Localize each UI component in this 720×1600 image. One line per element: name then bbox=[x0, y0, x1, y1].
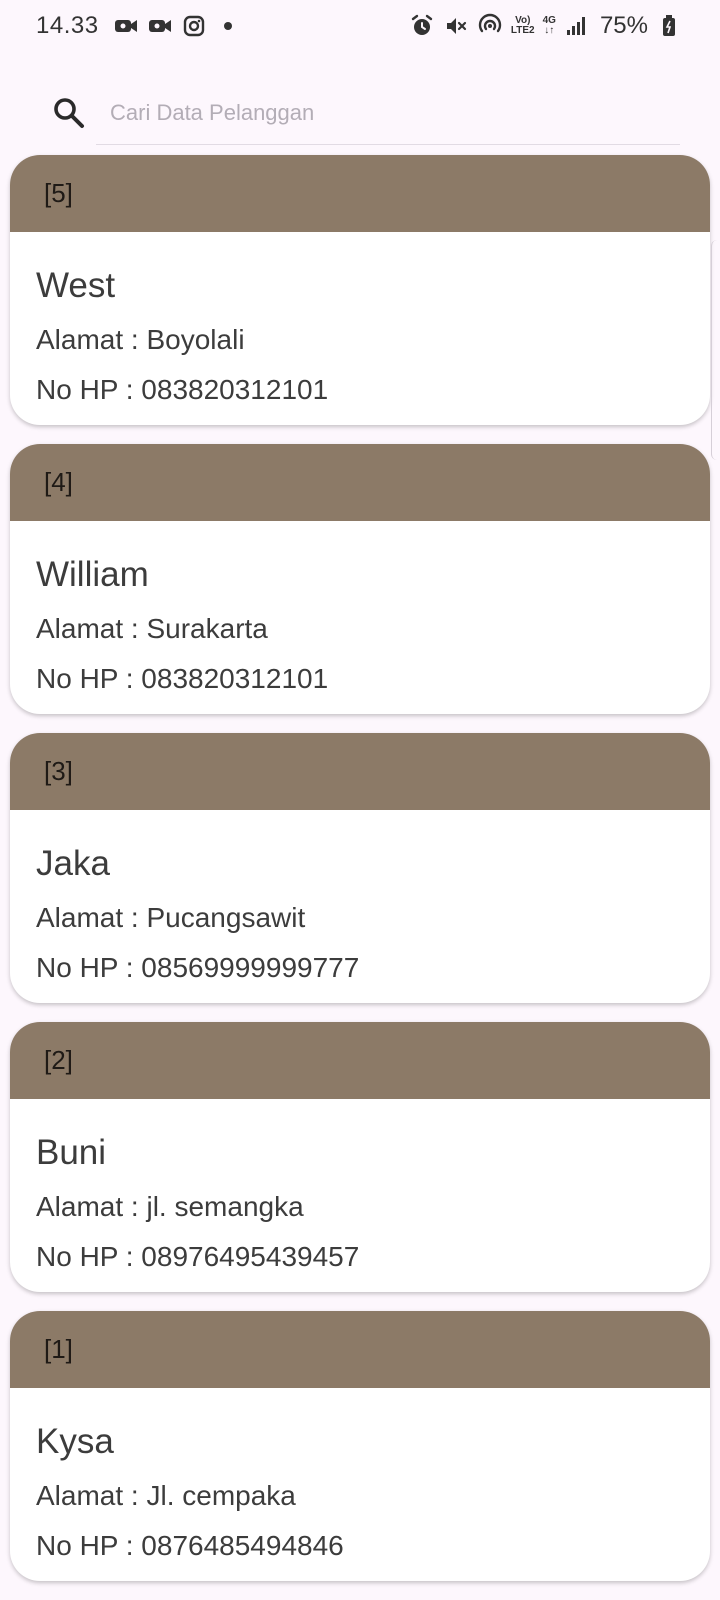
status-right: Vo) LTE2 4G ↓↑ 75% bbox=[409, 12, 682, 40]
customer-phone: No HP : 08569999999777 bbox=[36, 952, 360, 983]
customer-address: Alamat : Pucangsawit bbox=[36, 902, 306, 933]
battery-icon bbox=[656, 13, 682, 39]
card-body: West Alamat : Boyolali No HP : 083820312… bbox=[10, 232, 710, 406]
card-header: [4] bbox=[10, 444, 710, 521]
scroll-indicator bbox=[711, 240, 720, 460]
customer-card[interactable]: [3] Jaka Alamat : Pucangsawit No HP : 08… bbox=[10, 733, 710, 1003]
mute-icon bbox=[443, 13, 469, 39]
signal-icon bbox=[564, 13, 590, 39]
customer-id: [5] bbox=[44, 178, 73, 208]
card-header: [2] bbox=[10, 1022, 710, 1099]
customer-phone: No HP : 0876485494846 bbox=[36, 1530, 344, 1561]
card-header: [3] bbox=[10, 733, 710, 810]
customer-id: [2] bbox=[44, 1045, 73, 1075]
card-body: Kysa Alamat : Jl. cempaka No HP : 087648… bbox=[10, 1388, 710, 1562]
customer-id: [3] bbox=[44, 756, 73, 786]
status-time: 14.33 bbox=[36, 12, 99, 39]
card-body: William Alamat : Surakarta No HP : 08382… bbox=[10, 521, 710, 695]
customer-card[interactable]: [2] Buni Alamat : jl. semangka No HP : 0… bbox=[10, 1022, 710, 1292]
customer-phone: No HP : 083820312101 bbox=[36, 374, 329, 405]
instagram-icon bbox=[181, 13, 207, 39]
customer-name: William bbox=[36, 555, 149, 594]
volte-indicator: Vo) LTE2 bbox=[511, 16, 535, 36]
customer-card[interactable]: [5] West Alamat : Boyolali No HP : 08382… bbox=[10, 155, 710, 425]
card-header: [5] bbox=[10, 155, 710, 232]
customer-name: West bbox=[36, 266, 116, 305]
customer-name: Kysa bbox=[36, 1422, 114, 1461]
battery-percent: 75% bbox=[599, 12, 648, 39]
customer-id: [1] bbox=[44, 1334, 73, 1364]
customer-phone: No HP : 083820312101 bbox=[36, 663, 329, 694]
customer-name: Jaka bbox=[36, 844, 110, 883]
volte-bottom: LTE2 bbox=[510, 25, 535, 36]
card-body: Jaka Alamat : Pucangsawit No HP : 085699… bbox=[10, 810, 710, 984]
customer-address: Alamat : Jl. cempaka bbox=[36, 1480, 296, 1511]
customer-list[interactable]: [5] West Alamat : Boyolali No HP : 08382… bbox=[10, 155, 710, 1600]
customer-address: Alamat : Boyolali bbox=[36, 324, 245, 355]
card-body: Buni Alamat : jl. semangka No HP : 08976… bbox=[10, 1099, 710, 1273]
card-header: [1] bbox=[10, 1311, 710, 1388]
video-icon bbox=[113, 13, 139, 39]
customer-id: [4] bbox=[44, 467, 73, 497]
customer-address: Alamat : jl. semangka bbox=[36, 1191, 304, 1222]
customer-name: Buni bbox=[36, 1133, 107, 1172]
search-field bbox=[96, 82, 680, 145]
alarm-icon bbox=[409, 13, 435, 39]
data-indicator: 4G ↓↑ bbox=[543, 16, 556, 36]
status-left: 14.33 bbox=[36, 12, 241, 40]
search-input[interactable] bbox=[96, 98, 680, 127]
customer-address: Alamat : Surakarta bbox=[36, 613, 268, 644]
search-icon[interactable] bbox=[52, 96, 86, 130]
customer-card[interactable]: [1] Kysa Alamat : Jl. cempaka No HP : 08… bbox=[10, 1311, 710, 1581]
hotspot-icon bbox=[477, 13, 503, 39]
data-arrows: ↓↑ bbox=[544, 25, 555, 36]
status-bar: 14.33 Vo) LTE2 4G ↓↑ 75% bbox=[0, 0, 720, 52]
customer-card[interactable]: [4] William Alamat : Surakarta No HP : 0… bbox=[10, 444, 710, 714]
video-icon bbox=[147, 13, 173, 39]
search-bar bbox=[52, 82, 680, 145]
dot-icon bbox=[215, 13, 241, 39]
customer-phone: No HP : 08976495439457 bbox=[36, 1241, 360, 1272]
